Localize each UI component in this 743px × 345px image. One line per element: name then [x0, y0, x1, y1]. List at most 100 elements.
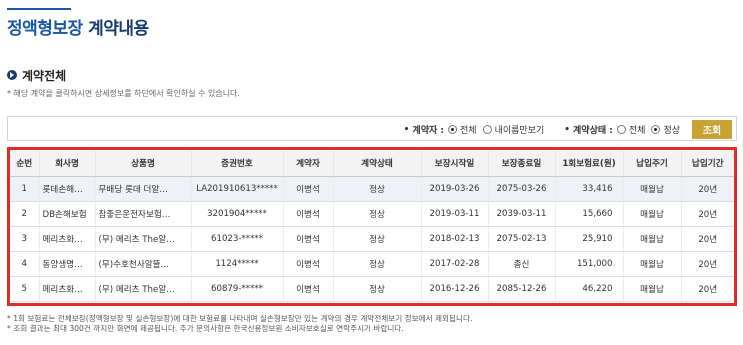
cell-product: 무배당 롯데 더알… [95, 176, 192, 202]
cell-policy-no: 60879-***** [191, 276, 284, 302]
header-seq: 순번 [10, 150, 40, 177]
cell-company: DB손해보험 [39, 201, 96, 227]
cell-premium: 46,220 [555, 276, 624, 302]
cell-policy-no: 1124***** [191, 251, 284, 277]
cell-product: (무)수호천사알뜰… [95, 251, 192, 277]
cell-company: 롯데손해… [39, 176, 96, 202]
cell-end-date: 2085-12-26 [488, 276, 556, 302]
header-end-date: 보장종료일 [488, 150, 556, 177]
contractor-radio-all[interactable]: 전체 [448, 123, 477, 136]
header-pay-cycle: 납입주기 [623, 150, 682, 177]
table-row[interactable]: 5 메리츠화… (무) 메리츠 The알… 60879-***** 이병석 정상… [10, 276, 734, 302]
contractor-option-mine: 내이름만보기 [494, 126, 545, 136]
cell-premium: 15,660 [555, 201, 624, 227]
cell-contractor: 이병석 [283, 201, 334, 227]
status-option-all: 전체 [628, 126, 646, 136]
cell-end-date: 2039-03-11 [488, 201, 556, 227]
footnotes: * 1회 보험료는 전체보장(정액형보장 및 실손형보장)에 대한 보험료를 나… [7, 314, 472, 334]
cell-premium: 25,910 [555, 226, 624, 252]
filter-row: • 계약자 : 전체 내이름만보기 • 계약상태 : 전체 정상 조회 [404, 120, 732, 139]
cell-pay-cycle: 매월납 [623, 276, 682, 302]
cell-seq: 3 [10, 226, 40, 252]
cell-start-date: 2016-12-26 [421, 276, 489, 302]
cell-policy-no: LA201910613***** [191, 176, 284, 202]
section-title: 계약전체 [22, 69, 67, 83]
cell-start-date: 2019-03-26 [421, 176, 489, 202]
cell-seq: 5 [10, 276, 40, 302]
header-pay-period: 납입기간 [681, 150, 734, 177]
radio-selected-icon[interactable] [448, 125, 457, 134]
cell-contractor: 이병석 [283, 251, 334, 277]
status-option-normal: 정상 [663, 126, 680, 136]
cell-start-date: 2018-02-13 [421, 226, 489, 252]
table-row[interactable]: 3 메리츠화… (무) 메리츠 The알… 61023-***** 이병석 정상… [10, 226, 734, 252]
cell-seq: 1 [10, 176, 40, 202]
header-start-date: 보장시작일 [421, 150, 489, 177]
cell-company: 동양생명… [39, 251, 96, 277]
table-row[interactable]: 2 DB손해보험 참좋은운전자보험… 3201904***** 이병석 정상 2… [10, 201, 734, 227]
status-label: 계약상태 : [573, 126, 613, 136]
cell-contractor: 이병석 [283, 176, 334, 202]
cell-pay-cycle: 매월납 [623, 176, 682, 202]
cell-premium: 33,416 [555, 176, 624, 202]
cell-end-date: 종신 [488, 251, 556, 277]
header-contractor: 계약자 [283, 150, 334, 177]
cell-seq: 2 [10, 201, 40, 227]
contracts-table-container: 순번 회사명 상품명 증권번호 계약자 계약상태 보장시작일 보장종료일 1회보… [7, 147, 737, 306]
filter-panel: • 계약자 : 전체 내이름만보기 • 계약상태 : 전체 정상 조회 [7, 116, 737, 141]
page-title-part2: 계약내용 [88, 19, 149, 39]
page-title: 정액형보장 계약내용 [7, 14, 149, 39]
radio-unselected-icon[interactable] [616, 125, 626, 134]
cell-policy-no: 61023-***** [191, 226, 284, 252]
cell-pay-period: 20년 [681, 201, 734, 227]
contracts-table: 순번 회사명 상품명 증권번호 계약자 계약상태 보장시작일 보장종료일 1회보… [10, 150, 734, 302]
cell-end-date: 2075-03-26 [488, 176, 556, 202]
radio-unselected-icon[interactable] [482, 125, 492, 134]
cell-pay-cycle: 매월납 [623, 251, 682, 277]
contractor-radio-mine[interactable]: 내이름만보기 [482, 123, 545, 136]
cell-product: 참좋은운전자보험… [95, 201, 192, 227]
header-policy-no: 증권번호 [191, 150, 284, 177]
cell-status: 정상 [333, 201, 422, 227]
radio-selected-icon[interactable] [651, 125, 661, 134]
table-header-row: 순번 회사명 상품명 증권번호 계약자 계약상태 보장시작일 보장종료일 1회보… [10, 150, 734, 177]
page-title-part1: 정액형보장 [7, 19, 83, 39]
cell-start-date: 2019-03-11 [421, 201, 489, 227]
cell-product: (무) 메리츠 The알… [95, 226, 192, 252]
cell-pay-period: 20년 [681, 226, 734, 252]
cell-contractor: 이병석 [283, 276, 334, 302]
cell-seq: 4 [10, 251, 40, 277]
section-description: * 해당 계약을 클릭하시면 상세정보를 하단에서 확인하실 수 있습니다. [7, 89, 240, 98]
header-product: 상품명 [95, 150, 192, 177]
cell-status: 정상 [333, 176, 422, 202]
cell-contractor: 이병석 [283, 226, 334, 252]
contractor-label: 계약자 : [412, 126, 444, 136]
table-row[interactable]: 1 롯데손해… 무배당 롯데 더알… LA201910613***** 이병석 … [10, 176, 734, 202]
header-company: 회사명 [39, 150, 96, 177]
table-row[interactable]: 4 동양생명… (무)수호천사알뜰… 1124***** 이병석 정상 2017… [10, 251, 734, 277]
contractor-option-all: 전체 [460, 126, 477, 136]
section-arrow-icon [7, 70, 17, 80]
search-button[interactable]: 조회 [692, 120, 732, 139]
cell-start-date: 2017-02-28 [421, 251, 489, 277]
cell-pay-period: 20년 [681, 251, 734, 277]
cell-product: (무) 메리츠 The알… [95, 276, 192, 302]
cell-premium: 151,000 [555, 251, 624, 277]
status-radio-all[interactable]: 전체 [616, 123, 646, 136]
cell-pay-cycle: 매월납 [623, 226, 682, 252]
cell-pay-cycle: 매월납 [623, 201, 682, 227]
cell-end-date: 2075-02-13 [488, 226, 556, 252]
footnote-premium: * 1회 보험료는 전체보장(정액형보장 및 실손형보장)에 대한 보험료를 나… [7, 314, 473, 323]
header-premium: 1회보험료(원) [555, 150, 624, 177]
cell-status: 정상 [333, 251, 422, 277]
cell-pay-period: 20년 [681, 276, 734, 302]
header-status: 계약상태 [333, 150, 422, 177]
cell-policy-no: 3201904***** [191, 201, 284, 227]
cell-status: 정상 [333, 276, 422, 302]
cell-pay-period: 20년 [681, 176, 734, 202]
bullet-icon: • [564, 124, 571, 135]
status-radio-normal[interactable]: 정상 [651, 123, 680, 136]
cell-status: 정상 [333, 226, 422, 252]
footnote-limit: * 조회 결과는 최대 300건 까지만 화면에 제공됩니다. 추가 문의사항은… [7, 324, 404, 333]
cell-company: 메리츠화… [39, 276, 96, 302]
